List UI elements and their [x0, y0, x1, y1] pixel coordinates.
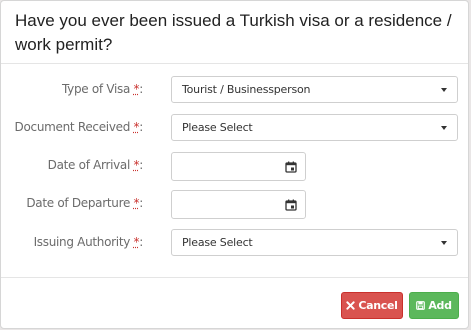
caret-down-icon [441, 126, 447, 130]
date-of-arrival-label: Date of Arrival *: [47, 158, 144, 172]
issuing-authority-value: Please Select [182, 236, 253, 249]
required-marker: * [133, 235, 140, 249]
save-icon [416, 301, 426, 310]
calendar-icon[interactable] [285, 199, 297, 211]
dialog-footer: Cancel Add [1, 277, 468, 328]
type-of-visa-row: Type of Visa *: Tourist / Businessperson [1, 76, 468, 104]
visa-history-dialog: Have you ever been issued a Turkish visa… [0, 0, 469, 329]
type-of-visa-value: Tourist / Businessperson [182, 83, 311, 96]
cancel-button-label: Cancel [358, 299, 398, 312]
type-of-visa-select[interactable]: Tourist / Businessperson [171, 76, 458, 103]
issuing-authority-select[interactable]: Please Select [171, 229, 458, 256]
issuing-authority-row: Issuing Authority *: Please Select [1, 229, 468, 257]
caret-down-icon [441, 241, 447, 245]
document-received-select[interactable]: Please Select [171, 114, 458, 141]
add-button-label: Add [428, 299, 452, 312]
required-marker: * [133, 196, 140, 210]
date-of-departure-input[interactable] [171, 190, 306, 219]
type-of-visa-label: Type of Visa *: [61, 82, 143, 96]
issuing-authority-label: Issuing Authority *: [33, 235, 144, 249]
document-received-label: Document Received *: [14, 120, 144, 134]
dialog-title: Have you ever been issued a Turkish visa… [15, 11, 452, 54]
date-of-departure-row: Date of Departure *: [1, 190, 468, 219]
date-of-arrival-row: Date of Arrival *: [1, 152, 468, 181]
document-received-value: Please Select [182, 121, 253, 134]
calendar-icon[interactable] [285, 161, 297, 173]
document-received-row: Document Received *: Please Select [1, 114, 468, 142]
add-button[interactable]: Add [409, 292, 459, 319]
required-marker: * [133, 120, 140, 134]
date-of-departure-label: Date of Departure *: [26, 196, 143, 210]
times-icon [346, 301, 355, 310]
cancel-button[interactable]: Cancel [341, 292, 403, 319]
required-marker: * [133, 158, 140, 172]
required-marker: * [133, 82, 140, 96]
caret-down-icon [441, 88, 447, 92]
date-of-arrival-input[interactable] [171, 152, 306, 181]
dialog-header: Have you ever been issued a Turkish visa… [1, 1, 468, 64]
